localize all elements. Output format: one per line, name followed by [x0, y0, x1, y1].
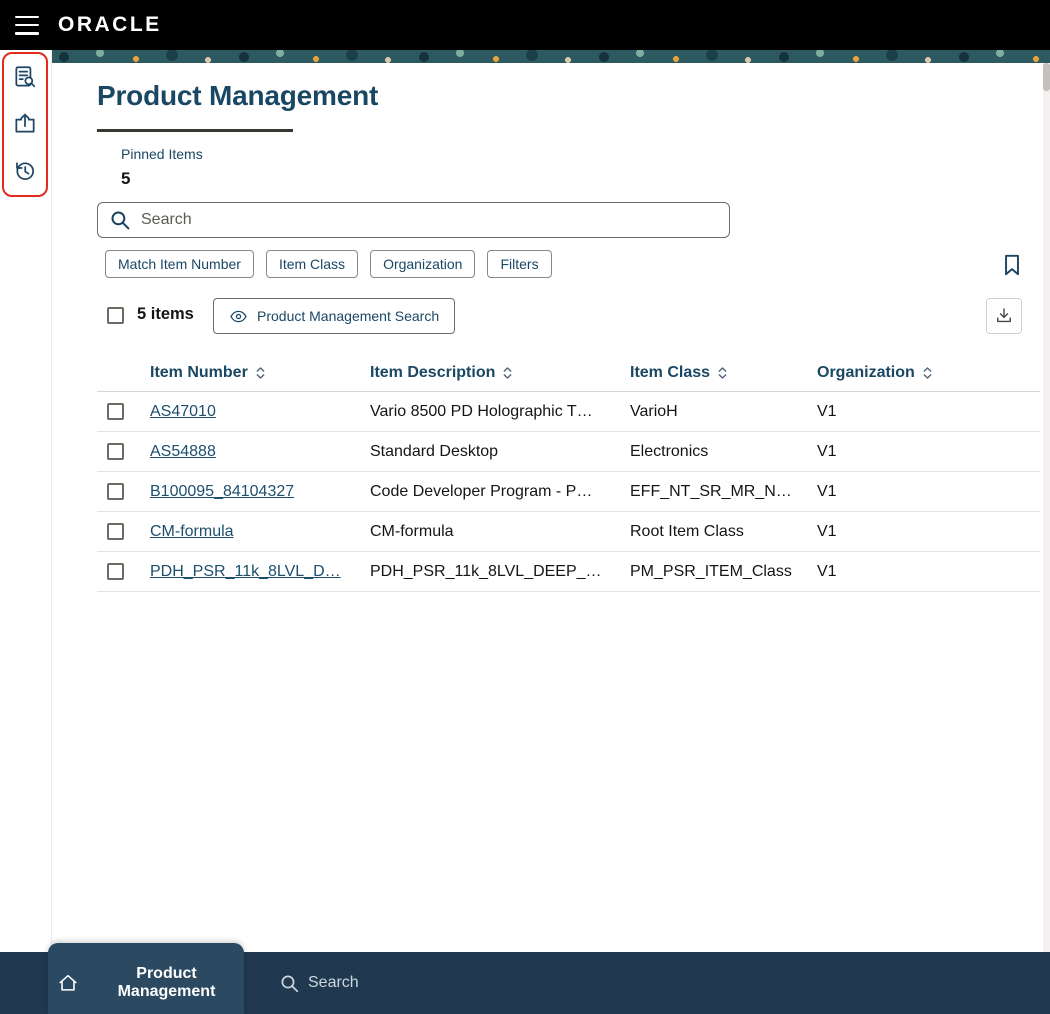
table-header: Item Number Item Description Item Class …	[97, 354, 1040, 392]
organization-cell: V1	[817, 522, 837, 540]
item-description-cell: Vario 8500 PD Holographic T…	[370, 402, 593, 420]
item-number-link[interactable]: AS54888	[150, 443, 216, 461]
sort-icon	[717, 366, 728, 380]
item-class-cell: Electronics	[630, 442, 709, 460]
eye-icon	[229, 307, 248, 326]
scrollbar-track[interactable]	[1043, 63, 1050, 952]
page-title: Product Management	[97, 80, 379, 111]
pinned-items-count: 5	[121, 169, 131, 188]
chip-item-class[interactable]: Item Class	[265, 250, 359, 278]
item-number-link[interactable]: B100095_84104327	[150, 483, 294, 501]
organization-cell: V1	[817, 482, 837, 500]
table-row: PDH_PSR_11k_8LVL_D… PDH_PSR_11k_8LVL_DEE…	[97, 552, 1040, 592]
row-checkbox[interactable]	[107, 483, 124, 500]
table-row: CM-formula CM-formula Root Item Class V1	[97, 512, 1040, 552]
item-class-cell: EFF_NT_SR_MR_N…	[630, 482, 792, 500]
sort-icon	[922, 366, 933, 380]
table-row: AS47010 Vario 8500 PD Holographic T… Var…	[97, 392, 1040, 432]
sort-icon	[502, 366, 513, 380]
saved-search-button[interactable]: Product Management Search	[213, 298, 456, 334]
search-input[interactable]	[141, 211, 717, 229]
chip-organization[interactable]: Organization	[370, 250, 476, 278]
download-icon	[994, 306, 1014, 326]
item-description-cell: CM-formula	[370, 522, 454, 540]
saved-search-label: Product Management Search	[257, 308, 440, 324]
item-description-cell: Standard Desktop	[370, 442, 499, 460]
organization-cell: V1	[817, 442, 837, 460]
footer-tab-label: Product Management	[117, 965, 216, 1000]
item-class-cell: VarioH	[630, 402, 678, 420]
footer-tab-product-management[interactable]: Product Management	[48, 943, 244, 1014]
sort-item-number[interactable]: Item Number	[150, 364, 370, 382]
row-checkbox[interactable]	[107, 523, 124, 540]
footer-tab-search[interactable]: Search	[280, 952, 359, 1014]
item-description-cell: Code Developer Program - P…	[370, 482, 593, 500]
main-content: Product Management Pinned Items 5 Match …	[0, 0, 1050, 1014]
bookmark-button[interactable]	[999, 251, 1027, 279]
bookmark-icon	[999, 252, 1027, 278]
scrollbar-thumb[interactable]	[1043, 63, 1050, 91]
item-number-link[interactable]: PDH_PSR_11k_8LVL_D…	[150, 563, 341, 581]
filter-chips: Match Item Number Item Class Organizatio…	[105, 250, 552, 278]
sort-item-class[interactable]: Item Class	[630, 364, 817, 382]
bottom-bar: Product Management Search	[0, 943, 1050, 1014]
item-number-link[interactable]: AS47010	[150, 403, 216, 421]
item-class-cell: Root Item Class	[630, 522, 744, 540]
sort-organization[interactable]: Organization	[817, 364, 1040, 382]
item-description-cell: PDH_PSR_11k_8LVL_DEEP_…	[370, 562, 602, 580]
organization-cell: V1	[817, 402, 837, 420]
home-icon	[57, 972, 79, 994]
product-management-app: ORACLE Product Management Pinned Items 5…	[0, 0, 1050, 1014]
results-table: Item Number Item Description Item Class …	[97, 354, 1040, 592]
download-button[interactable]	[986, 298, 1022, 334]
select-all-checkbox[interactable]	[107, 307, 124, 324]
row-checkbox[interactable]	[107, 403, 124, 420]
row-checkbox[interactable]	[107, 443, 124, 460]
organization-cell: V1	[817, 562, 837, 580]
table-row: B100095_84104327 Code Developer Program …	[97, 472, 1040, 512]
row-checkbox[interactable]	[107, 563, 124, 580]
items-count: 5 items	[137, 305, 194, 323]
chip-match-item-number[interactable]: Match Item Number	[105, 250, 254, 278]
item-class-cell: PM_PSR_ITEM_Class	[630, 562, 792, 580]
title-underline	[97, 129, 293, 132]
item-number-link[interactable]: CM-formula	[150, 523, 234, 541]
chip-filters[interactable]: Filters	[487, 250, 552, 278]
sort-item-description[interactable]: Item Description	[370, 364, 630, 382]
sort-icon	[255, 366, 266, 380]
search-icon	[110, 210, 130, 230]
footer-search-label: Search	[308, 974, 359, 991]
table-row: AS54888 Standard Desktop Electronics V1	[97, 432, 1040, 472]
search-bar	[97, 202, 730, 238]
search-icon	[280, 974, 299, 993]
pinned-items-tab[interactable]: Pinned Items	[121, 146, 203, 162]
